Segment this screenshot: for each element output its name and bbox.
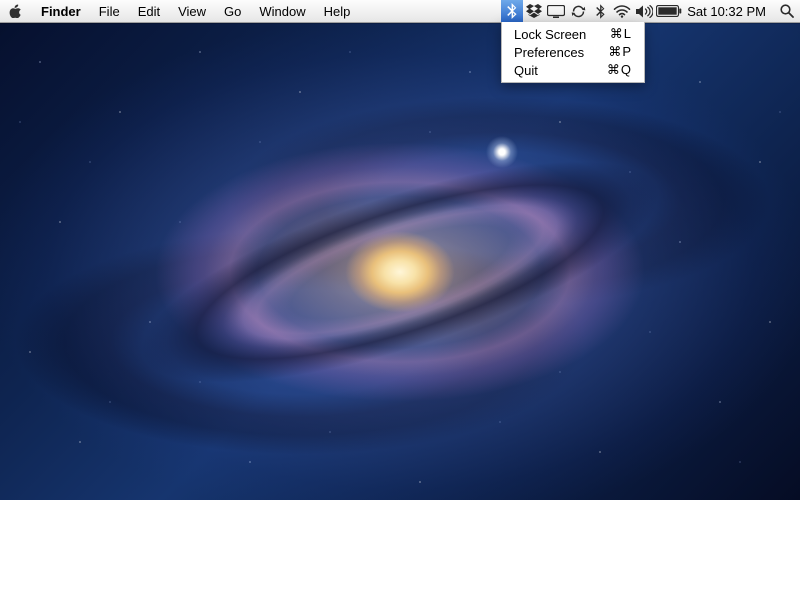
menu-item-preferences[interactable]: Preferences ⌘P — [502, 43, 644, 61]
menu-edit[interactable]: Edit — [129, 0, 169, 22]
menubar-left: Finder File Edit View Go Window Help — [0, 0, 359, 22]
volume-menu-extra[interactable] — [633, 0, 655, 22]
menu-item-label: Quit — [514, 63, 589, 78]
menu-file[interactable]: File — [90, 0, 129, 22]
menu-extra-dropdown: Lock Screen ⌘L Preferences ⌘P Quit ⌘Q — [501, 22, 645, 83]
spotlight-icon[interactable] — [774, 4, 800, 18]
battery-menu-extra[interactable] — [655, 0, 683, 22]
menu-window[interactable]: Window — [250, 0, 314, 22]
wifi-menu-extra[interactable] — [611, 0, 633, 22]
sync-menu-extra[interactable] — [567, 0, 589, 22]
bluetooth-status-icon[interactable] — [589, 0, 611, 22]
menu-item-shortcut: ⌘P — [608, 44, 632, 60]
menu-go[interactable]: Go — [215, 0, 250, 22]
menu-help[interactable]: Help — [315, 0, 360, 22]
desktop-wallpaper[interactable] — [0, 22, 800, 500]
bluetooth-menu-extra[interactable] — [501, 0, 523, 22]
menu-view[interactable]: View — [169, 0, 215, 22]
starfield-faint — [0, 22, 800, 500]
menubar: Finder File Edit View Go Window Help — [0, 0, 800, 23]
menubar-status-area: Sat 10:32 PM — [501, 0, 800, 22]
menu-item-quit[interactable]: Quit ⌘Q — [502, 61, 644, 79]
menu-item-label: Lock Screen — [514, 27, 592, 42]
menubar-clock[interactable]: Sat 10:32 PM — [683, 4, 774, 19]
menu-item-lock-screen[interactable]: Lock Screen ⌘L — [502, 25, 644, 43]
apple-menu[interactable] — [0, 0, 32, 22]
menu-item-shortcut: ⌘L — [610, 26, 632, 42]
menu-item-label: Preferences — [514, 45, 590, 60]
menu-item-shortcut: ⌘Q — [607, 62, 632, 78]
display-menu-extra[interactable] — [545, 0, 567, 22]
app-menu-finder[interactable]: Finder — [32, 0, 90, 22]
dropbox-menu-extra[interactable] — [523, 0, 545, 22]
